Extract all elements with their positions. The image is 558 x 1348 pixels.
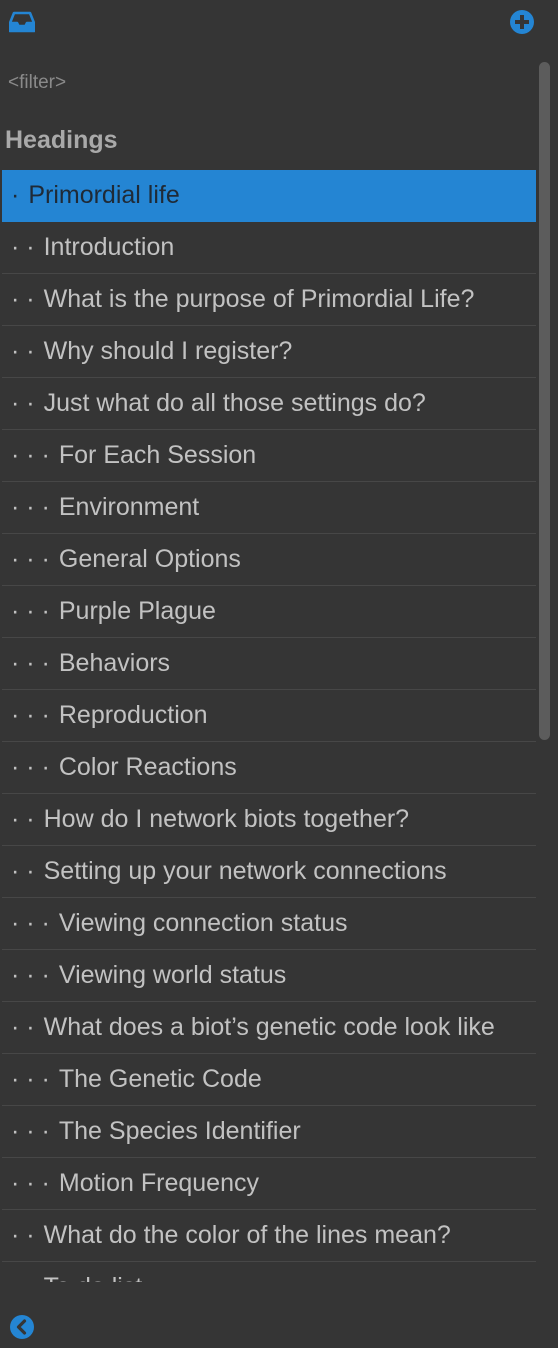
indent-dots: · · [11, 805, 35, 833]
heading-label: Reproduction [58, 701, 208, 729]
heading-label: Viewing connection status [58, 909, 348, 937]
heading-label: Viewing world status [58, 961, 287, 989]
indent-dots: · · [11, 1013, 35, 1041]
chevron-left-circle-icon [10, 1315, 34, 1339]
indent-dots: · · [11, 285, 35, 313]
heading-label: Setting up your network connections [43, 857, 447, 885]
heading-label: The Species Identifier [58, 1117, 301, 1145]
heading-row[interactable]: · · To do list [2, 1262, 536, 1282]
heading-label: Color Reactions [58, 753, 237, 781]
heading-row[interactable]: · · What does a biot’s genetic code look … [2, 1002, 536, 1054]
plus-circle-icon [510, 10, 534, 34]
indent-dots: · · · [11, 1117, 50, 1145]
heading-label: How do I network biots together? [43, 805, 410, 833]
heading-label: The Genetic Code [58, 1065, 262, 1093]
heading-label: Why should I register? [43, 337, 293, 365]
heading-row[interactable]: · · Why should I register? [2, 326, 536, 378]
indent-dots: · · · [11, 441, 50, 469]
headings-list[interactable]: · Primordial life · · Introduction · · What i… [2, 170, 536, 1282]
heading-label: For Each Session [58, 441, 257, 469]
indent-dots: · · · [11, 753, 50, 781]
heading-row[interactable]: · Primordial life [2, 170, 536, 222]
heading-row[interactable]: · · Just what do all those settings do? [2, 378, 536, 430]
indent-dots: · · · [11, 961, 50, 989]
indent-dots: · · [11, 1221, 35, 1249]
section-title: Headings [5, 126, 118, 154]
back-button[interactable] [8, 1313, 36, 1341]
heading-row[interactable]: · · · Viewing world status [2, 950, 536, 1002]
indent-dots: · · · [11, 493, 50, 521]
heading-row[interactable]: · · Setting up your network connections [2, 846, 536, 898]
indent-dots: · · · [11, 701, 50, 729]
heading-row[interactable]: · · · Color Reactions [2, 742, 536, 794]
heading-row[interactable]: · · Introduction [2, 222, 536, 274]
indent-dots: · · · [11, 909, 50, 937]
indent-dots: · · [11, 337, 35, 365]
indent-dots: · · · [11, 1169, 50, 1197]
heading-row[interactable]: · · · Reproduction [2, 690, 536, 742]
heading-row[interactable]: · · How do I network biots together? [2, 794, 536, 846]
heading-row[interactable]: · · What do the color of the lines mean? [2, 1210, 536, 1262]
heading-row[interactable]: · · · Motion Frequency [2, 1158, 536, 1210]
heading-row[interactable]: · · What is the purpose of Primordial Lif… [2, 274, 536, 326]
heading-label: What does a biot’s genetic code look lik… [43, 1013, 495, 1041]
indent-dots: · · · [11, 597, 50, 625]
indent-dots: · · · [11, 649, 50, 677]
heading-row[interactable]: · · · Behaviors [2, 638, 536, 690]
add-heading-button[interactable] [508, 8, 536, 36]
heading-label: To do list [44, 1273, 143, 1282]
heading-row[interactable]: · · · For Each Session [2, 430, 536, 482]
indent-dots: · · · [11, 545, 50, 573]
heading-label: Primordial life [28, 181, 180, 209]
heading-label: Just what do all those settings do? [43, 389, 426, 417]
heading-row[interactable]: · · · Environment [2, 482, 536, 534]
heading-row[interactable]: · · · General Options [2, 534, 536, 586]
heading-label: Environment [58, 493, 200, 521]
indent-dots: · · [2, 1273, 35, 1282]
indent-dots: · · [11, 233, 35, 261]
indent-dots: · · [11, 857, 35, 885]
scrollbar-thumb[interactable] [539, 62, 550, 740]
heading-label: Purple Plague [58, 597, 216, 625]
indent-dots: · · [11, 389, 35, 417]
filter-input[interactable] [0, 66, 520, 100]
outline-panel: Headings · Primordial life · · Introduction… [0, 0, 558, 1348]
heading-label: Introduction [43, 233, 175, 261]
heading-row[interactable]: · · · Purple Plague [2, 586, 536, 638]
heading-label: What is the purpose of Primordial Life? [43, 285, 475, 313]
heading-label: Motion Frequency [58, 1169, 259, 1197]
indent-dots: · · · [11, 1065, 50, 1093]
heading-label: General Options [58, 545, 241, 573]
heading-label: What do the color of the lines mean? [43, 1221, 451, 1249]
heading-row[interactable]: · · · The Species Identifier [2, 1106, 536, 1158]
inbox-tray-icon[interactable] [8, 8, 36, 36]
heading-row[interactable]: · · · The Genetic Code [2, 1054, 536, 1106]
indent-dots: · [11, 181, 20, 209]
heading-label: Behaviors [58, 649, 171, 677]
heading-row[interactable]: · · · Viewing connection status [2, 898, 536, 950]
